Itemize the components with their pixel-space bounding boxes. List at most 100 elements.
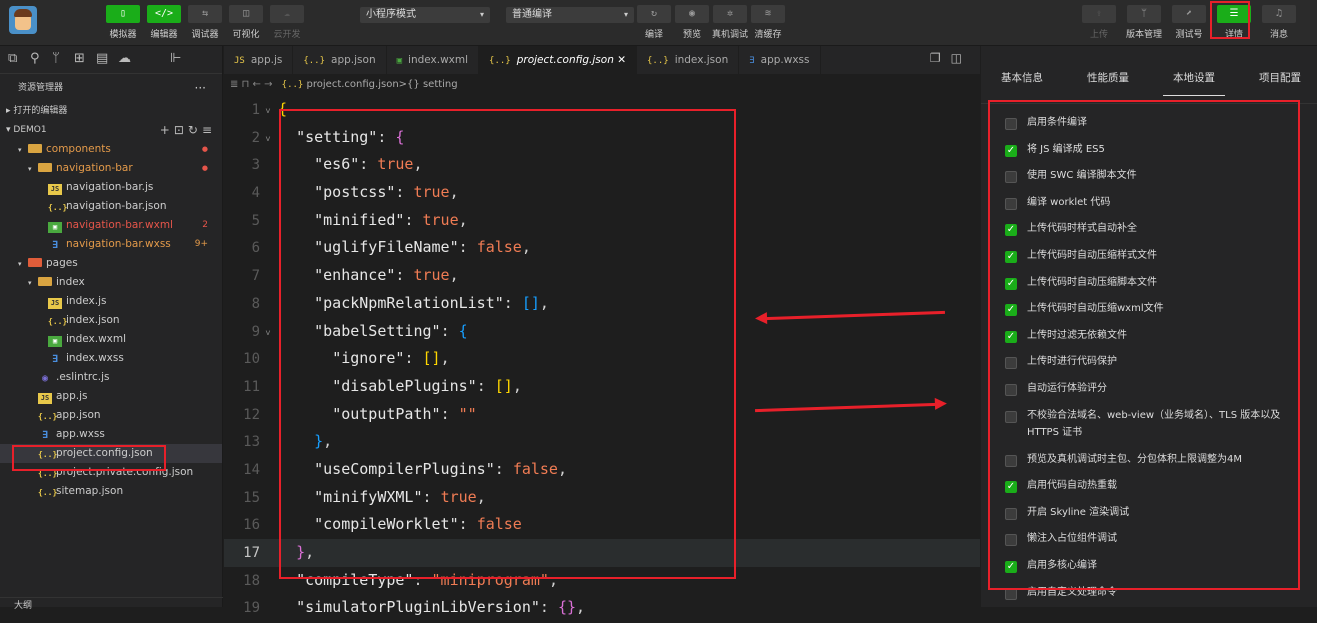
code-icon: </>	[147, 5, 181, 23]
outline-section[interactable]: 大纲	[0, 597, 223, 611]
tab-label: app.js	[250, 54, 283, 66]
tab-app-js[interactable]: JS app.js	[224, 46, 294, 74]
project-section[interactable]: ▾ DEMO1 +⊡↻≡	[0, 121, 222, 140]
modified-dot: ●	[201, 145, 208, 153]
debug-button[interactable]: ⇆ 调试器	[187, 5, 223, 43]
visual-label: 可视化	[232, 30, 260, 40]
tree-item[interactable]: ▣ navigation-bar.wxml 2	[0, 216, 222, 235]
js-icon: JS	[48, 184, 62, 195]
search-icon[interactable]: ⚲	[30, 51, 52, 66]
tree-item[interactable]: ▾ pages	[0, 254, 222, 273]
tree-item[interactable]: {..}app.json	[0, 406, 222, 425]
test-button[interactable]: ⬈ 测试号	[1171, 5, 1207, 43]
js-icon: JS	[38, 393, 52, 404]
setting-highlight-box	[279, 109, 736, 579]
tab-index-json[interactable]: {..} index.json	[637, 46, 740, 74]
phone-button[interactable]: ▯ 模拟器	[105, 5, 141, 43]
explorer-sidebar: ⧉ ⚲ ᛘ ⊞ ▤ ☁ ⊩ 资源管理器 ··· ▸ 打开的编辑器 ▾ DEMO1 +⊡↻≡ ▾…	[0, 46, 223, 611]
bug-button[interactable]: ✲ 真机调试	[712, 5, 748, 43]
collapse-panel-icon[interactable]: ⊩	[170, 51, 192, 66]
line-number: 16	[243, 517, 260, 534]
tab-index-wxml[interactable]: ▣ index.wxml	[387, 46, 480, 74]
cloud-label: 云开发	[273, 30, 301, 40]
tab-app-wxss[interactable]: ∃ app.wxss	[739, 46, 821, 74]
tree-item[interactable]: ▾ components ●	[0, 140, 222, 159]
tab-project-config-json[interactable]: {..} project.config.json ✕	[479, 46, 637, 74]
upload-button[interactable]: ⇪ 上传	[1081, 5, 1117, 43]
project-actions[interactable]: +⊡↻≡	[160, 121, 216, 140]
cloud-button[interactable]: ☁ 云开发	[269, 5, 305, 43]
tree-item[interactable]: {..}sitemap.json	[0, 482, 222, 501]
tree-item-label: index	[56, 276, 85, 288]
refresh-button[interactable]: ↻ 编译	[636, 5, 672, 43]
eye-icon: ◉	[675, 5, 709, 23]
wxml-icon: ▣	[48, 222, 62, 233]
source-control-icon[interactable]: ᛘ	[52, 51, 74, 66]
editor-actions[interactable]: ❐◫	[930, 51, 972, 65]
tab-0[interactable]: 基本信息	[1001, 70, 1043, 85]
cloud-icon: ☁	[270, 5, 304, 23]
tree-item-label: app.wxss	[56, 428, 105, 440]
tree-item[interactable]: ∃ index.wxss	[0, 349, 222, 368]
list-icon[interactable]: ≣ ⊓ ← →	[230, 79, 272, 90]
split-editor-icon[interactable]: ◫	[951, 51, 972, 65]
problem-badge: 2	[202, 220, 208, 230]
mode-select-value: 小程序模式	[366, 9, 416, 20]
tree-item[interactable]: {..}navigation-bar.json	[0, 197, 222, 216]
layers-button[interactable]: ≋ 清缓存	[750, 5, 786, 43]
files-icon[interactable]: ⧉	[8, 51, 30, 66]
tree-item[interactable]: JS app.js	[0, 387, 222, 406]
code-button[interactable]: </> 编辑器	[146, 5, 182, 43]
debug-icon: ⇆	[188, 5, 222, 23]
tab-2[interactable]: 本地设置	[1163, 70, 1225, 96]
eye-button[interactable]: ◉ 预览	[674, 5, 710, 43]
docker-icon[interactable]: ☁	[118, 51, 140, 66]
json-icon: {..}	[647, 56, 669, 66]
tree-item-label: index.wxss	[66, 352, 124, 364]
fold-icon[interactable]: ˅	[260, 127, 276, 155]
tree-item[interactable]: ◉ .eslintrc.js	[0, 368, 222, 387]
fold-icon[interactable]: ˅	[260, 321, 276, 349]
extensions-icon[interactable]: ⊞	[74, 51, 96, 66]
breadcrumb-item[interactable]: >	[399, 79, 407, 90]
tree-item[interactable]: JS index.js	[0, 292, 222, 311]
layers-label: 清缓存	[754, 30, 782, 40]
problem-badge: 9+	[194, 239, 208, 249]
phone-label: 模拟器	[109, 30, 137, 40]
main-toolbar: ▯ 模拟器 </> 编辑器 ⇆ 调试器 ◫ 可视化 ☁ 云开发 小程序模式 ▾ 普通编译 ▾ ↻ 编…	[0, 0, 1317, 46]
close-icon[interactable]: ✕	[614, 54, 626, 66]
json-icon: {..}	[281, 80, 304, 90]
tab-3[interactable]: 项目配置	[1259, 70, 1301, 85]
line-number: 13	[243, 434, 260, 451]
tree-item[interactable]: ▾ navigation-bar ●	[0, 159, 222, 178]
visual-button[interactable]: ◫ 可视化	[228, 5, 264, 43]
branch-button[interactable]: ᛘ 版本管理	[1126, 5, 1162, 43]
tab-app-json[interactable]: {..} app.json	[293, 46, 387, 74]
upload-label: 上传	[1089, 30, 1108, 40]
tree-item[interactable]: {..}index.json	[0, 311, 222, 330]
tree-item-label: navigation-bar.wxml	[66, 219, 173, 231]
line-number: 1	[251, 102, 260, 118]
wxss-icon: ∃	[51, 354, 59, 365]
code-line[interactable]: 19 "simulatorPluginLibVersion": {},	[224, 594, 980, 622]
breadcrumb-item[interactable]: project.config.json	[307, 79, 399, 90]
copy-icon[interactable]: ❐	[930, 51, 951, 65]
mode-select[interactable]: 小程序模式 ▾	[360, 7, 490, 23]
compile-select[interactable]: 普通编译 ▾	[506, 7, 634, 23]
tree-item[interactable]: JS navigation-bar.js	[0, 178, 222, 197]
line-number: 4	[251, 185, 260, 202]
open-editors-section[interactable]: ▸ 打开的编辑器	[0, 102, 222, 121]
fold-icon[interactable]: ˅	[260, 99, 276, 127]
more-icon[interactable]: ···	[195, 74, 206, 102]
tree-item[interactable]: ∃ app.wxss	[0, 425, 222, 444]
breadcrumb-item[interactable]: {} setting	[407, 79, 458, 90]
tree-item[interactable]: ▣ index.wxml	[0, 330, 222, 349]
tree-item-label: index.json	[66, 314, 120, 326]
window-icon[interactable]: ▤	[96, 51, 118, 66]
tab-1[interactable]: 性能质量	[1087, 70, 1129, 85]
user-avatar[interactable]	[9, 6, 37, 34]
chevron-down-icon: ▾	[18, 260, 22, 268]
tree-item[interactable]: ∃ navigation-bar.wxss 9+	[0, 235, 222, 254]
tree-item[interactable]: ▾ index	[0, 273, 222, 292]
bell-button[interactable]: ♫ 消息	[1261, 5, 1297, 43]
